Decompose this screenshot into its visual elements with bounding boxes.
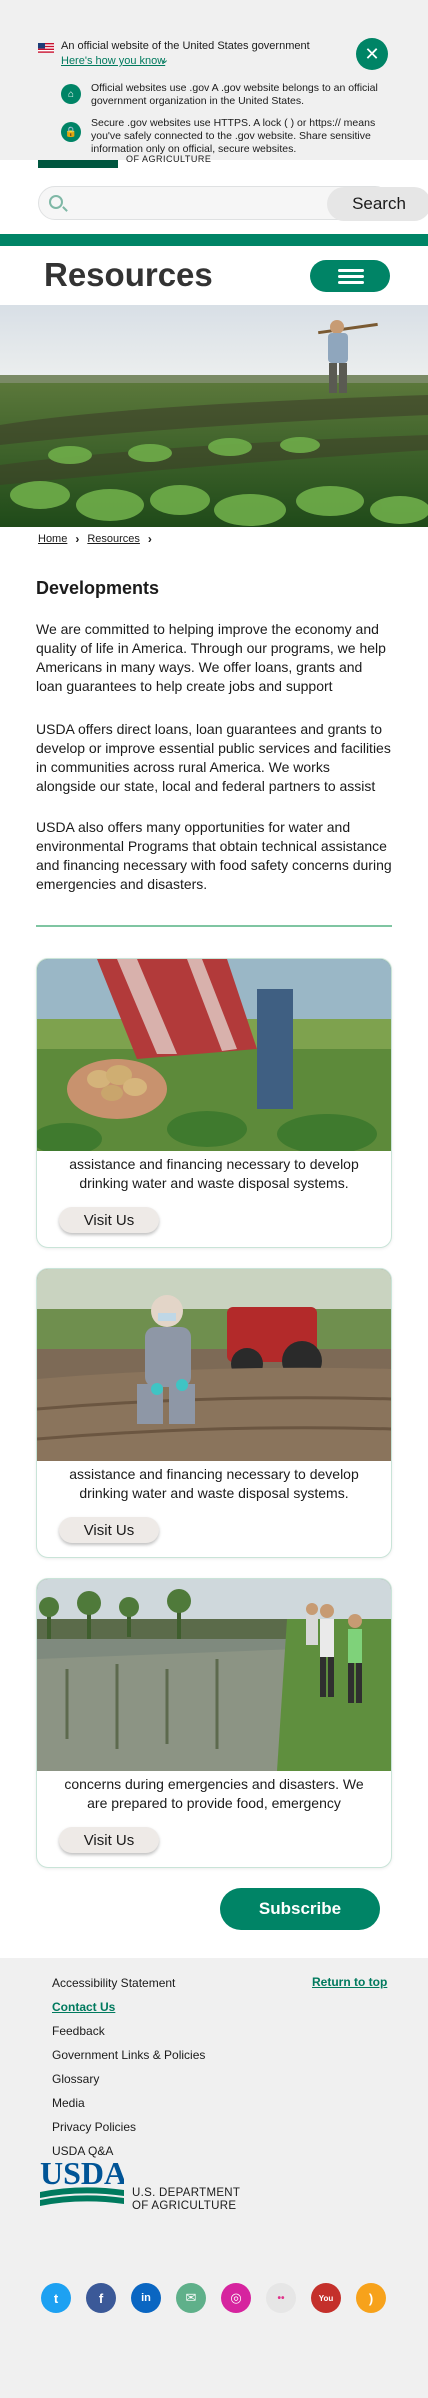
agency-name-line2: OF AGRICULTURE (132, 2200, 237, 2212)
footer-link-feedback[interactable]: Feedback (52, 2024, 105, 2038)
visit-us-button[interactable]: Visit Us (59, 1827, 159, 1853)
breadcrumb-home-link[interactable]: Home (38, 533, 67, 545)
agency-name-partial: OF AGRICULTURE (126, 154, 212, 164)
header-divider (0, 234, 428, 246)
breadcrumb-resources-link[interactable]: Resources (87, 533, 140, 545)
hamburger-line (338, 281, 364, 284)
intro-paragraph-2: USDA offers direct loans, loan guarantee… (36, 721, 391, 794)
section-title: Developments (36, 578, 160, 598)
footer-link-privacy[interactable]: Privacy Policies (52, 2120, 136, 2134)
instagram-icon[interactable]: ◎ (221, 2283, 251, 2313)
menu-button[interactable] (310, 260, 390, 292)
us-flag-icon (38, 43, 54, 53)
resource-card-wetland: concerns during emergencies and disaster… (36, 1578, 392, 1868)
https-description: Secure .gov websites use HTTPS. A lock (… (91, 117, 376, 155)
dotgov-description: Official websites use .gov A .gov websit… (91, 82, 378, 107)
footer-link-media[interactable]: Media (52, 2096, 85, 2110)
return-to-top-link[interactable]: Return to top (312, 1975, 387, 1989)
usda-logo-partial (38, 160, 118, 168)
lock-icon: 🔒 (61, 122, 81, 142)
search-input[interactable] (73, 187, 323, 219)
footer-link-accessibility[interactable]: Accessibility Statement (52, 1976, 175, 1990)
card-description: assistance and financing necessary to de… (69, 1466, 359, 1501)
linkedin-icon[interactable]: in (131, 2283, 161, 2313)
official-site-text: An official website of the United States… (61, 40, 310, 52)
search-icon (49, 195, 63, 209)
agency-name-line1: U.S. DEPARTMENT (132, 2187, 241, 2199)
facebook-icon[interactable]: f (86, 2283, 116, 2313)
card-image-potato-harvest (37, 959, 391, 1151)
card-image-wetland-team (37, 1579, 391, 1771)
resource-card-worker: assistance and financing necessary to de… (36, 1268, 392, 1558)
content-divider (36, 925, 392, 927)
rss-icon[interactable]: ) (356, 2283, 386, 2313)
flickr-icon[interactable]: •• (266, 2283, 296, 2313)
subscribe-button[interactable]: Subscribe (220, 1888, 380, 1930)
breadcrumb: Home › Resources › (38, 532, 152, 546)
hero-image-farmer-field (0, 305, 428, 527)
twitter-icon[interactable]: t (41, 2283, 71, 2313)
search-button[interactable]: Search (327, 187, 428, 221)
footer-link-contact-us[interactable]: Contact Us (52, 2000, 115, 2014)
search-bar: Search (38, 186, 428, 221)
page-title: Resources (44, 256, 213, 293)
usda-logo[interactable]: USDA (40, 2154, 124, 2210)
close-banner-button[interactable]: ✕ (356, 38, 388, 70)
card-description: assistance and financing necessary to de… (69, 1156, 359, 1191)
resource-card-potatoes: assistance and financing necessary to de… (36, 958, 392, 1248)
hamburger-line (338, 275, 364, 278)
chevron-right-icon: › (75, 532, 80, 546)
card-image-field-worker (37, 1269, 391, 1461)
visit-us-button[interactable]: Visit Us (59, 1207, 159, 1233)
gov-banner: An official website of the United States… (0, 0, 428, 160)
intro-paragraph-1: We are committed to helping improve the … (36, 621, 386, 694)
visit-us-button[interactable]: Visit Us (59, 1517, 159, 1543)
youtube-icon[interactable]: You (311, 2283, 341, 2313)
footer-link-government-links[interactable]: Government Links & Policies (52, 2048, 205, 2062)
card-description: concerns during emergencies and disaster… (64, 1776, 364, 1811)
hamburger-icon (338, 269, 364, 272)
agency-name: U.S. DEPARTMENT OF AGRICULTURE (132, 2187, 240, 2213)
heres-how-you-know-link[interactable]: Here's how you know (61, 55, 165, 67)
chevron-down-icon[interactable]: ⌄ (160, 53, 169, 66)
government-building-icon: ⌂ (61, 84, 81, 104)
usda-logo-text: USDA (40, 2155, 124, 2191)
chevron-right-icon: › (147, 532, 152, 546)
intro-paragraph-3: USDA also offers many opportunities for … (36, 819, 392, 892)
email-icon[interactable]: ✉ (176, 2283, 206, 2313)
footer-link-glossary[interactable]: Glossary (52, 2072, 99, 2086)
